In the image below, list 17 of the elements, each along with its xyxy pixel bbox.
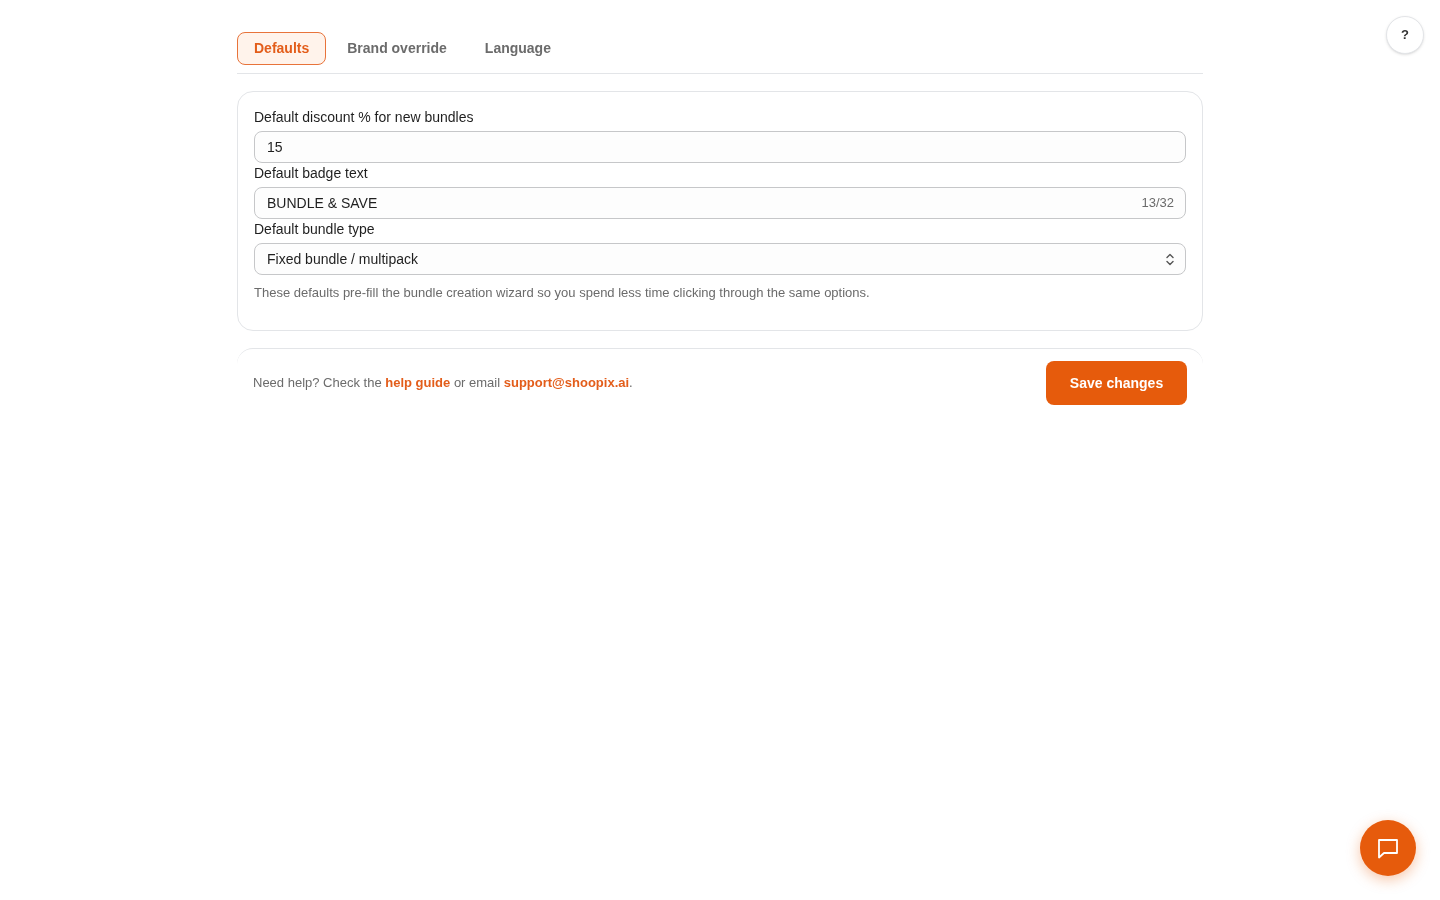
chevron-updown-icon — [1166, 252, 1174, 266]
hint-text: These defaults pre-fill the bundle creation wizard so you spend less time clicking through the same options. — [254, 284, 871, 302]
chat-button[interactable] — [1360, 820, 1416, 876]
save-button[interactable]: Save changes — [1046, 361, 1187, 405]
tab[interactable]: Defaults — [237, 32, 327, 65]
field-label: Default badge text — [254, 164, 369, 182]
character-counter: 13/32 — [1141, 194, 1174, 212]
help-guide-link[interactable]: help guide — [385, 375, 451, 391]
field-label: Default bundle type — [254, 220, 376, 238]
chat-bubble-icon — [1377, 837, 1399, 859]
tab[interactable]: Language — [467, 32, 568, 65]
input-field[interactable]: 15 — [254, 131, 1186, 163]
field-label: Default discount % for new bundles — [254, 108, 475, 126]
help-text: Need help? Check the help guide or email support@shoopix.ai. — [253, 374, 633, 393]
tab[interactable]: Brand override — [330, 32, 464, 65]
select-field[interactable]: Fixed bundle / multipack — [254, 243, 1186, 275]
help-button[interactable]: ? — [1386, 16, 1424, 54]
